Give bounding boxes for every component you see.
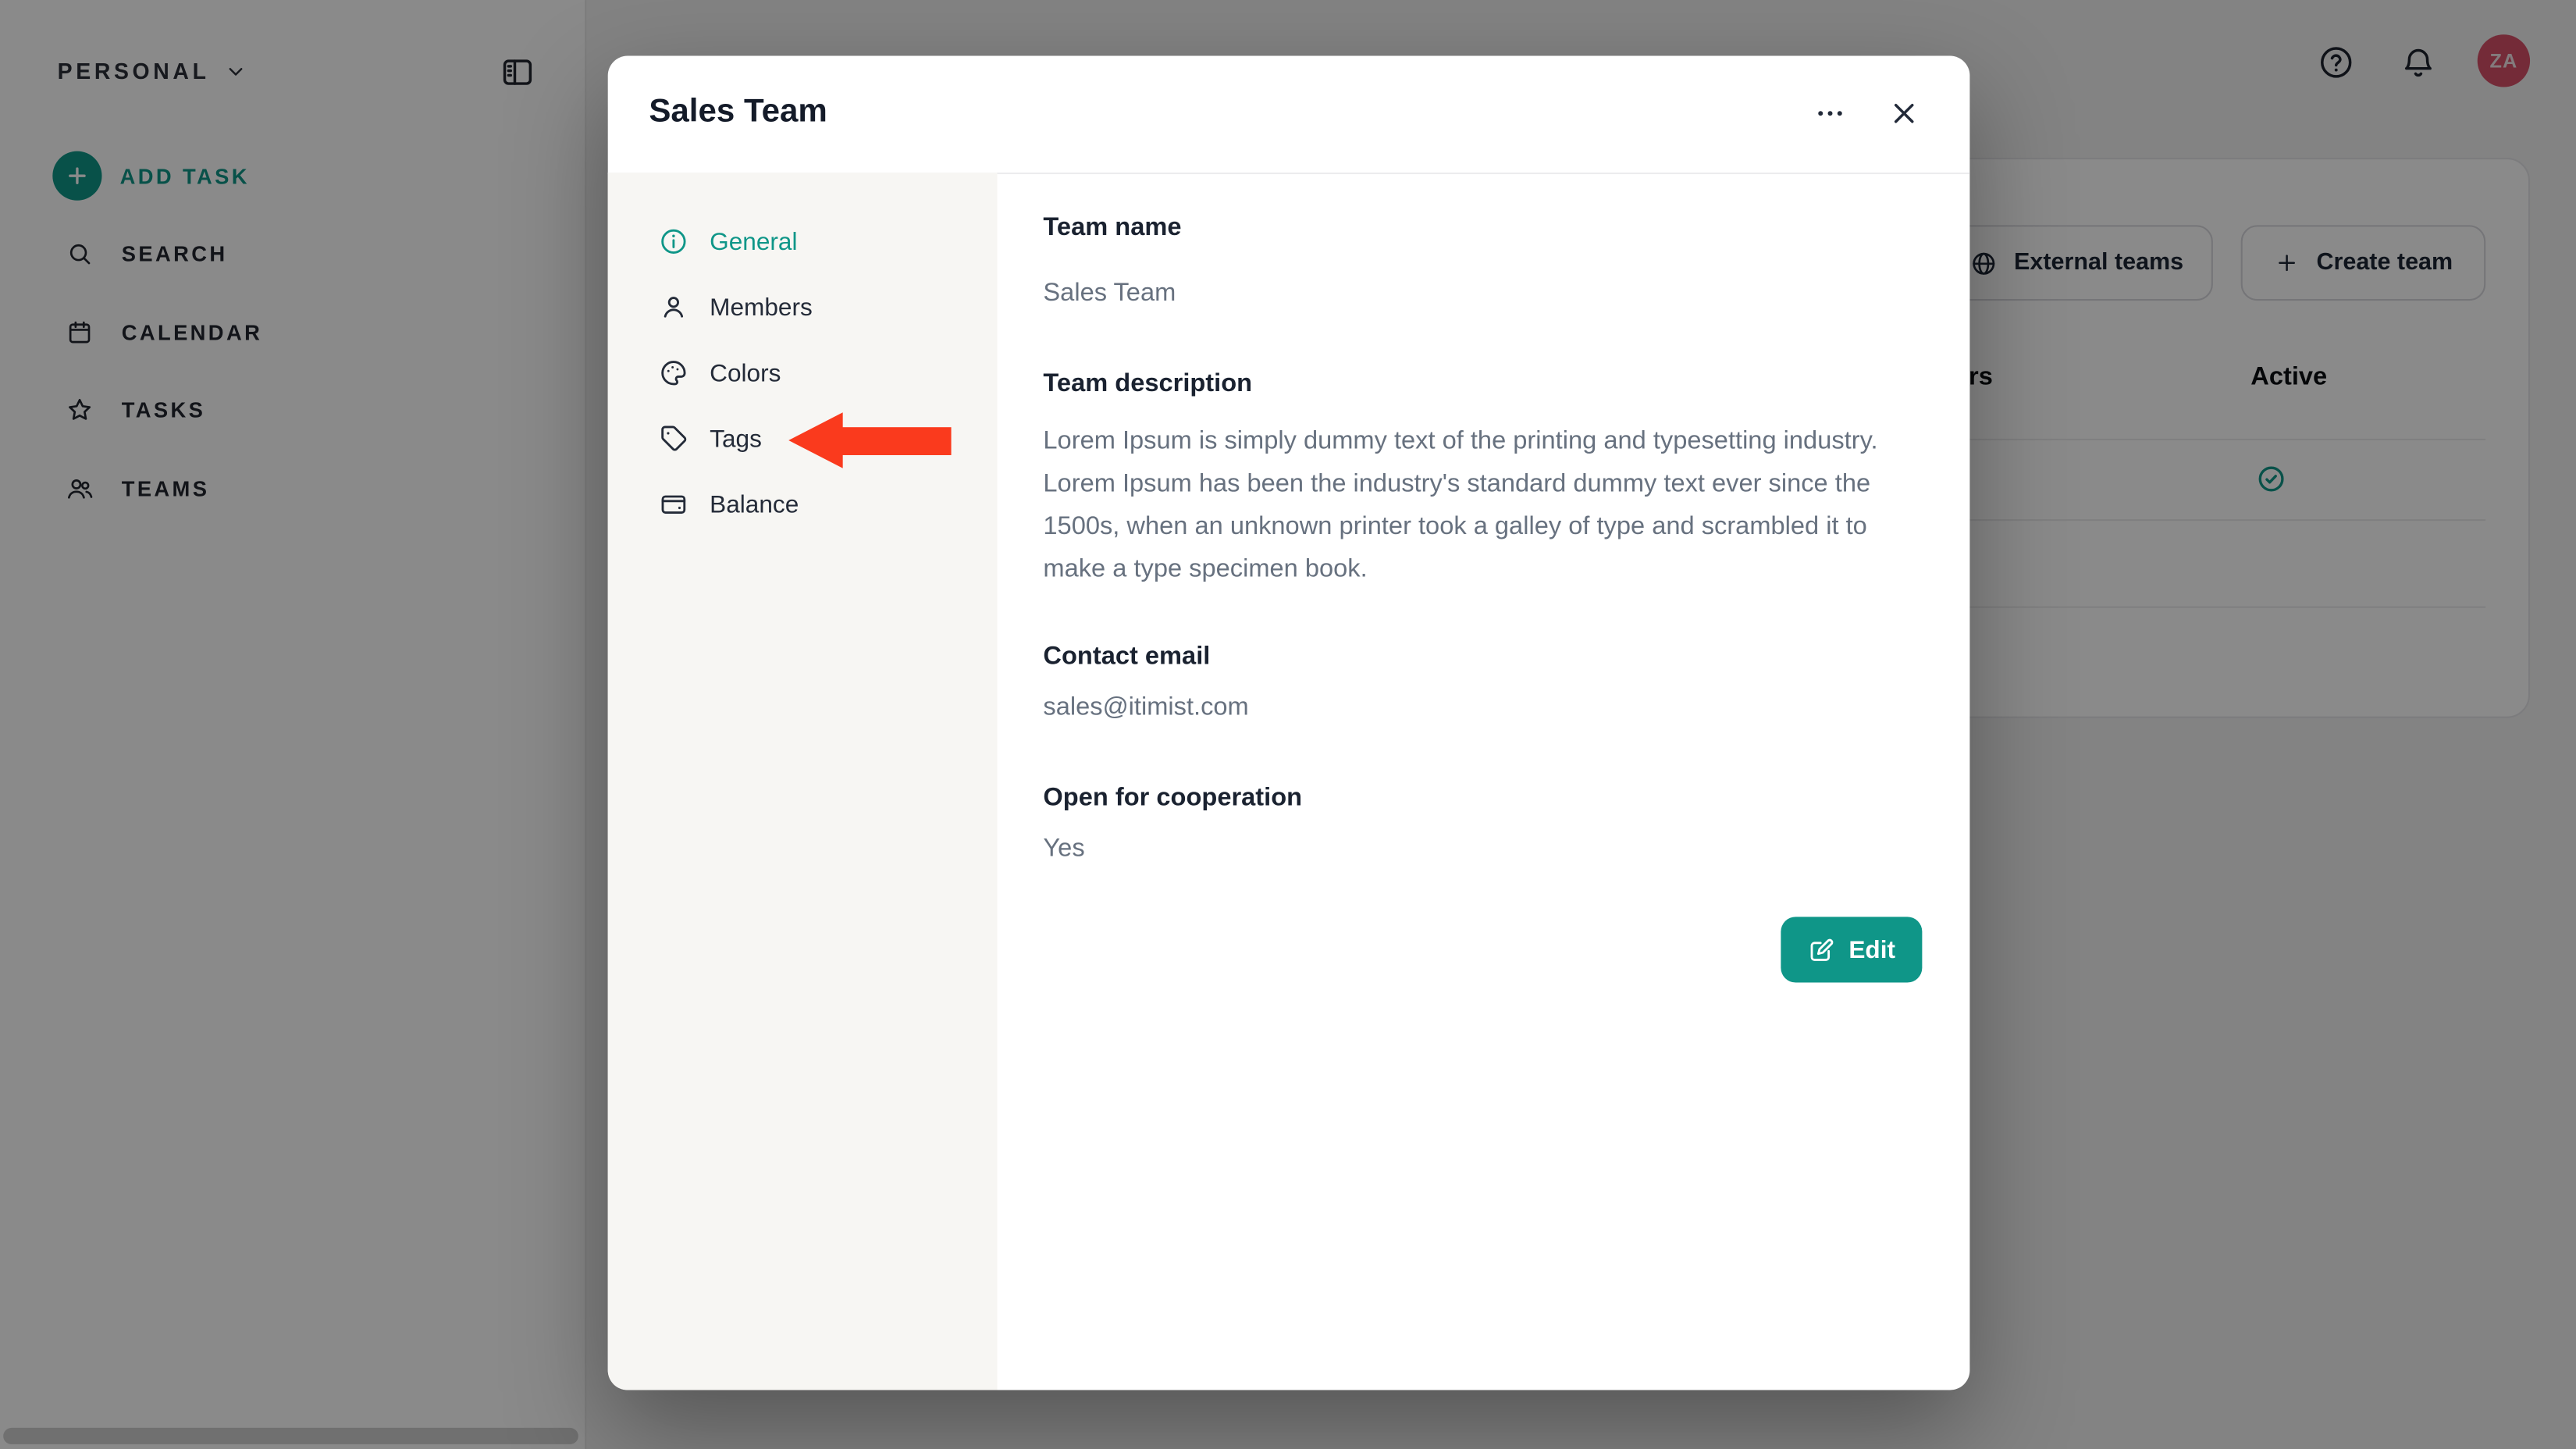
- modal-title: Sales Team: [649, 94, 827, 131]
- field-label-team-description: Team description: [1043, 368, 1252, 399]
- field-label-contact-email: Contact email: [1043, 641, 1210, 672]
- field-value-team-description: Lorem Ipsum is simply dummy text of the …: [1043, 421, 1904, 592]
- team-details-modal: Sales Team General: [608, 56, 1970, 1390]
- tab-colors[interactable]: Colors: [608, 340, 998, 406]
- tab-label: Colors: [710, 359, 781, 387]
- tab-label: General: [710, 227, 797, 255]
- field-value-team-name: Sales Team: [1043, 278, 1176, 309]
- close-icon[interactable]: [1888, 97, 1920, 130]
- modal-header: Sales Team: [608, 56, 1970, 175]
- edit-button[interactable]: Edit: [1781, 917, 1922, 982]
- modal-body: General Members Colors: [608, 173, 1970, 1390]
- wallet-icon: [659, 490, 688, 519]
- person-icon: [659, 293, 688, 322]
- field-value-contact-email: sales@itimist.com: [1043, 692, 1248, 723]
- tag-icon: [659, 424, 688, 454]
- palette-icon: [659, 358, 688, 388]
- tab-balance[interactable]: Balance: [608, 472, 998, 537]
- button-label: Edit: [1848, 936, 1895, 964]
- field-value-open-for-cooperation: Yes: [1043, 833, 1084, 864]
- arrow-shaft: [838, 427, 951, 455]
- field-label-open-for-cooperation: Open for cooperation: [1043, 782, 1302, 814]
- annotation-arrow: [788, 412, 951, 470]
- tab-label: Tags: [710, 425, 762, 453]
- tab-label: Balance: [710, 490, 799, 518]
- arrow-head: [788, 412, 842, 468]
- more-options-button[interactable]: [1813, 97, 1846, 130]
- app-window: PERSONAL ADD TASK SEARCH CALENDAR: [0, 0, 2576, 1449]
- tab-label: Members: [710, 294, 813, 322]
- tab-general[interactable]: General: [608, 208, 998, 274]
- info-icon: [659, 226, 688, 256]
- tab-members[interactable]: Members: [608, 274, 998, 340]
- edit-pencil-icon: [1808, 936, 1836, 964]
- field-label-team-name: Team name: [1043, 212, 1181, 243]
- modal-tabs-panel: General Members Colors: [608, 173, 998, 1390]
